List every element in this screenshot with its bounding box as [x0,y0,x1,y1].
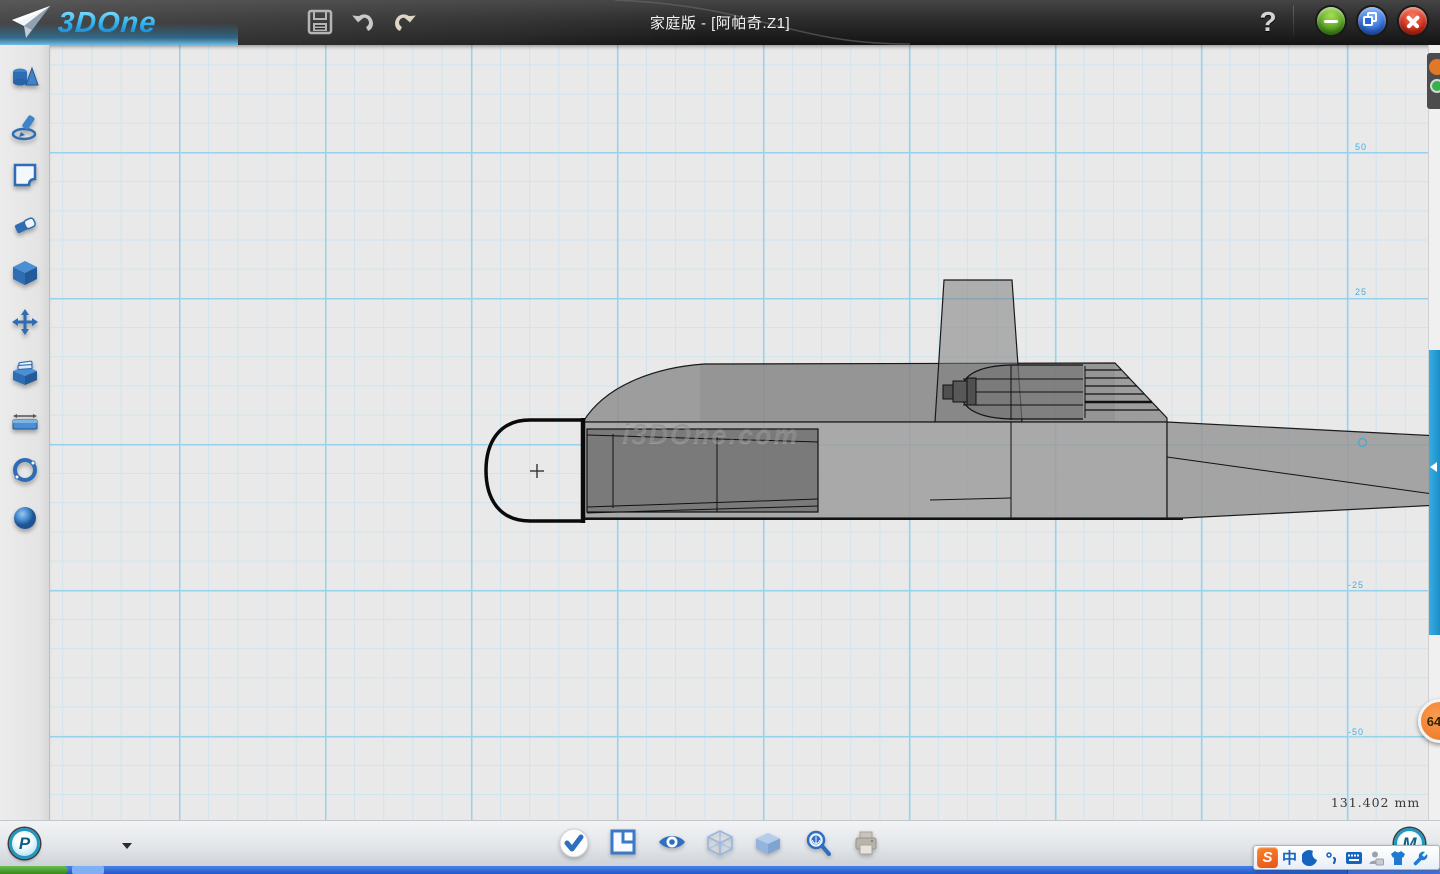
special-feature-cube-icon [11,358,39,386]
print-button[interactable] [852,829,880,857]
orbit-ring-icon [11,456,39,484]
model-tail-boom [1167,422,1440,518]
profile-badge[interactable]: P [9,828,40,859]
toolbar-feature-button[interactable] [11,259,39,287]
viewport-layout-icon [610,829,636,855]
help-label: ? [1259,6,1276,38]
wrench-icon [1412,850,1428,866]
left-toolbar [0,45,50,820]
scale-readout: 131.402 mm [1308,795,1440,810]
widget-orange-icon [1429,59,1440,75]
redo-icon [391,9,419,35]
titlebar: 3DOne 家庭版 - [阿 [0,0,1440,45]
3done-application-window: 3DOne 家庭版 - [阿 [0,0,1440,874]
grid-label-50: 50 [1355,142,1367,152]
profile-badge-letter: P [19,834,30,854]
print-icon [852,829,880,857]
soft-keyboard-button[interactable] [1345,849,1363,867]
toolbar-move-button[interactable] [11,308,39,336]
grid-label-neg25: -25 [1348,580,1364,590]
visibility-eye-icon [657,829,687,855]
user-account-button[interactable] [1367,849,1385,867]
notification-count: 64 [1427,714,1440,729]
wireframe-view-button[interactable] [706,829,734,857]
grid-origin-marker [1358,438,1367,447]
apache-model[interactable] [50,45,1440,820]
confirm-button[interactable] [558,827,586,855]
move-icon [11,308,39,336]
skin-button[interactable] [1389,849,1407,867]
minimize-button[interactable] [1317,7,1345,35]
ime-toolbar: S 中 [1253,845,1440,870]
sketch-plane-icon [11,161,39,189]
maximize-icon-back [1363,16,1373,26]
os-taskbar[interactable] [0,866,1440,874]
corner-mini-widget[interactable] [1427,53,1440,109]
chinese-mode-label: 中 [1282,850,1297,867]
sogou-letter: S [1262,849,1272,866]
moon-icon [1302,850,1318,866]
shaded-view-button[interactable] [754,829,782,857]
eraser-trim-icon [11,211,39,239]
confirm-check-icon [558,827,590,859]
toolbar-special-feature-button[interactable] [11,358,39,386]
punctuation-toggle[interactable] [1323,849,1341,867]
sogou-logo-icon[interactable]: S [1257,847,1278,868]
toolbar-sketch-button[interactable] [11,113,39,141]
titlebar-separator [1293,6,1294,38]
feature-cube-icon [11,259,39,287]
user-icon [1368,850,1384,866]
model-hub-cylinder [943,385,953,399]
chinese-mode-toggle[interactable]: 中 [1282,847,1297,868]
settings-button[interactable] [1411,849,1429,867]
night-mode-toggle[interactable] [1301,849,1319,867]
apostrophe-icon [1325,850,1339,866]
visibility-button[interactable] [657,829,685,857]
app-logo[interactable]: 3DOne [8,3,156,43]
app-name: 3DOne [57,7,158,40]
redo-button[interactable] [388,6,422,38]
toolbar-material-button[interactable] [11,504,39,532]
material-sphere-icon [11,504,39,532]
sketch-pen-icon [11,113,39,141]
undo-icon [349,9,377,35]
toolbar-measure-button[interactable] [11,407,39,435]
collapsed-panel-handle[interactable] [1429,350,1440,635]
paper-plane-icon [8,4,52,42]
sketch-center-marker [530,464,544,478]
keyboard-icon [1345,851,1363,865]
taskbar-button[interactable] [72,866,104,874]
modeling-viewport[interactable]: i3DOne.com 50 25 -25 -50 64 131.402 mm [50,45,1440,820]
zoom-button[interactable] [804,829,832,857]
save-button[interactable] [303,6,337,38]
minimize-icon [1324,20,1338,24]
close-button[interactable] [1399,7,1427,35]
help-button[interactable]: ? [1252,2,1284,42]
wireframe-cube-icon [706,829,734,857]
maximize-button[interactable] [1358,7,1386,35]
zoom-search-icon [804,829,832,857]
measure-ruler-icon [11,407,39,435]
toolbar-primitives-button[interactable] [11,64,39,92]
undo-button[interactable] [346,6,380,38]
shaded-cube-icon [754,829,782,857]
widget-green-icon [1430,79,1440,93]
solid-primitives-icon [11,64,39,92]
toolbar-sketch-plane-button[interactable] [11,161,39,189]
shirt-skin-icon [1389,850,1407,866]
profile-dropdown-caret-icon[interactable] [122,843,132,849]
save-icon [307,9,333,35]
bottom-toolbar: P [0,820,1440,866]
panel-expand-arrow-icon [1430,462,1437,472]
grid-label-neg50: -50 [1348,727,1364,737]
toolbar-orbit-button[interactable] [11,456,39,484]
toolbar-trim-button[interactable] [11,211,39,239]
grid-label-25: 25 [1355,287,1367,297]
viewport-layout-button[interactable] [610,829,638,857]
start-button[interactable] [0,866,68,874]
